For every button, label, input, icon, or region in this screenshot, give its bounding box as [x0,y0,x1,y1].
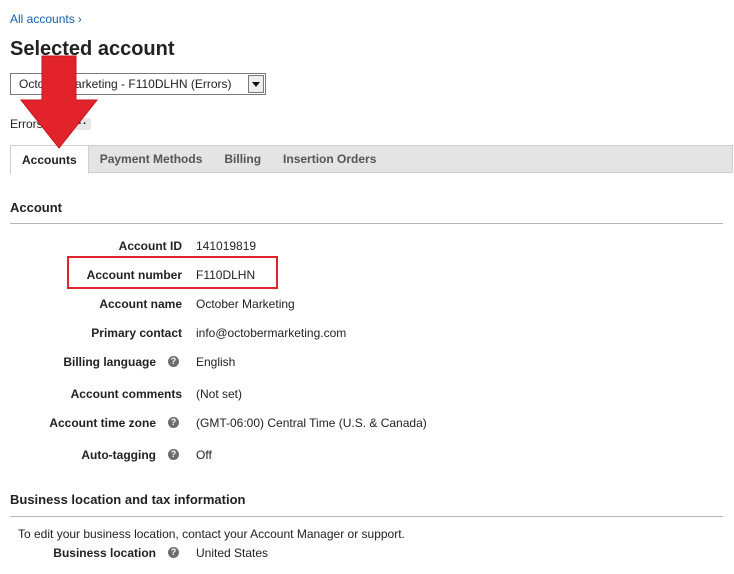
account-select[interactable]: October Marketing - F110DLHN (Errors) [10,73,266,95]
field-label: Account comments [70,387,182,401]
dropdown-arrow-icon[interactable] [248,75,264,93]
tab-insertion-orders[interactable]: Insertion Orders [272,146,387,172]
field-label: Account ID [118,239,182,253]
tab-bar: Accounts Payment Methods Billing Inserti… [10,145,733,174]
field-billing-language: Billing language ? English [0,352,734,372]
field-value: October Marketing [196,297,295,311]
field-value: United States [196,546,269,560]
account-section-title: Account [10,200,62,215]
field-auto-tagging: Auto-tagging ? Off [0,445,734,465]
page-title: Selected account [10,38,175,60]
tab-payment-methods[interactable]: Payment Methods [89,146,214,172]
tab-billing[interactable]: Billing [213,146,272,172]
help-circle-icon[interactable]: ? [168,547,179,558]
field-label: Account name [99,297,182,311]
field-label: Business location [53,546,156,560]
field-value: (GMT-06:00) Central Time (U.S. & Canada) [196,416,427,430]
business-section-title: Business location and tax information [10,492,246,507]
field-account-name: Account name October Marketing [0,294,734,314]
errors-row: Errors ··· [10,117,91,131]
field-primary-contact: Primary contact info@octobermarketing.co… [0,323,734,343]
chevron-right-icon: › [77,12,82,26]
all-accounts-link[interactable]: All accounts [10,12,75,26]
field-value: English [196,355,236,369]
annotation-highlight-box [67,256,278,289]
account-select-value: October Marketing - F110DLHN (Errors) [19,77,232,91]
tab-accounts[interactable]: Accounts [10,145,89,174]
field-business-location: Business location ? United States [0,543,734,563]
breadcrumb: All accounts › [10,12,82,26]
field-value: info@octobermarketing.com [196,326,347,340]
field-label: Billing language [63,355,156,369]
field-label: Account time zone [49,416,156,430]
help-circle-icon[interactable]: ? [168,417,179,428]
field-label: Auto-tagging [81,448,156,462]
help-circle-icon[interactable]: ? [168,356,179,367]
field-label: Primary contact [91,326,182,340]
field-value: (Not set) [196,387,243,401]
field-account-time-zone: Account time zone ? (GMT-06:00) Central … [0,413,734,433]
field-account-comments: Account comments (Not set) [0,384,734,404]
errors-more-button[interactable]: ··· [70,118,91,130]
section-divider [10,516,723,517]
field-value: Off [196,448,212,462]
field-value: 141019819 [196,239,257,253]
errors-label: Errors [10,117,43,131]
help-circle-icon[interactable]: ? [168,449,179,460]
business-location-note: To edit your business location, contact … [18,527,405,541]
field-account-id: Account ID 141019819 [0,236,734,256]
section-divider [10,223,723,224]
